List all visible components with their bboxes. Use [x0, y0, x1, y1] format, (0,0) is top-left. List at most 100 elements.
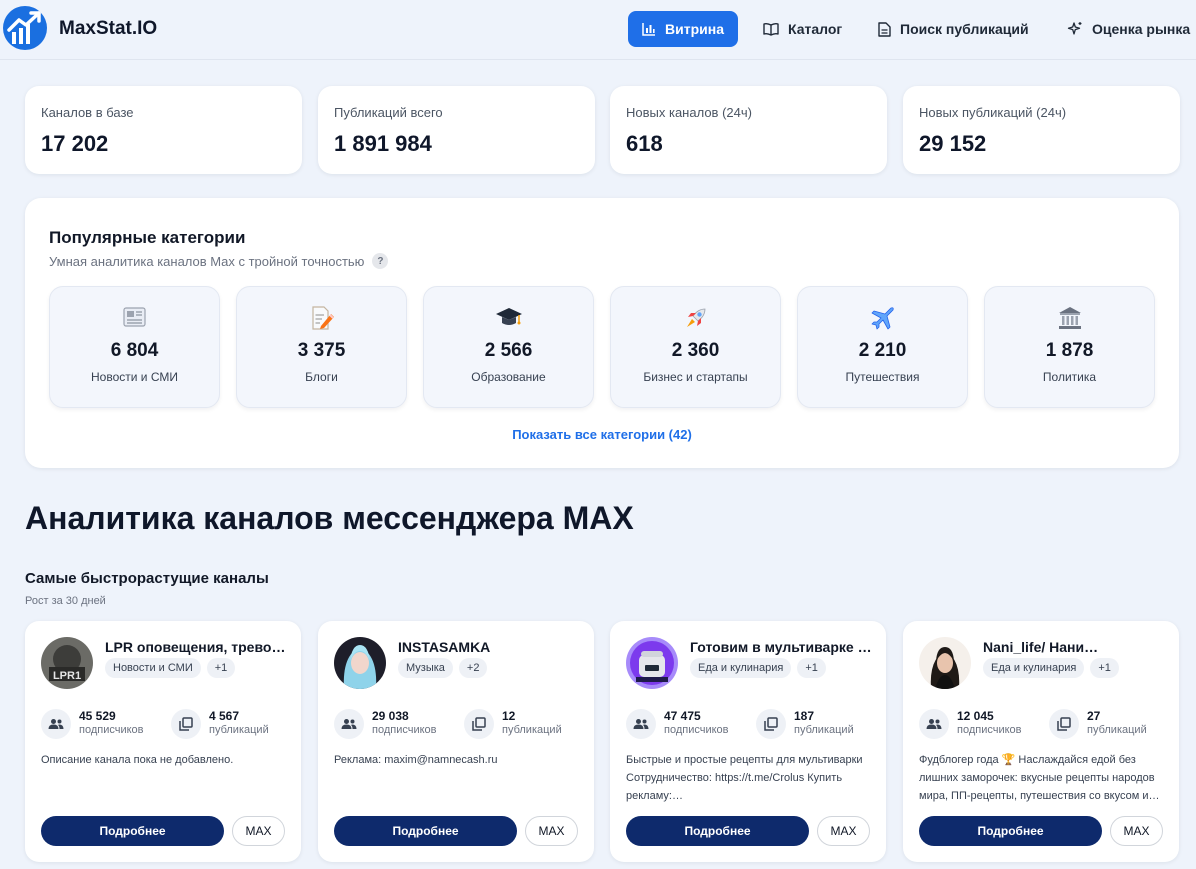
stat-card-new-channels: Новых каналов (24ч) 618 [610, 86, 887, 174]
subscribers-metric: 29 038 подписчиков [334, 709, 437, 739]
posts-count: 27 [1087, 709, 1101, 723]
channel-description: Описание канала пока не добавлено. [41, 754, 234, 766]
posts-icon [464, 709, 494, 739]
category-chip[interactable]: Еда и кулинария [690, 658, 792, 678]
category-chip[interactable]: Еда и кулинария [983, 658, 1085, 678]
help-icon[interactable]: ? [372, 253, 389, 269]
sparkle-icon [1067, 22, 1082, 35]
stat-label: Публикаций всего [334, 105, 443, 120]
stat-label: Каналов в базе [41, 105, 134, 120]
users-icon [626, 709, 656, 739]
subscribers-metric: 12 045 подписчиков [919, 709, 1022, 739]
top-header: MaxStat.IO Витрина Каталог Поиск публика… [0, 0, 1196, 60]
details-button[interactable]: Подробнее [334, 816, 517, 846]
users-icon [41, 709, 71, 739]
posts-icon [1049, 709, 1079, 739]
details-button[interactable]: Подробнее [919, 816, 1102, 846]
category-card-travel[interactable]: 2 210 Путешествия [797, 286, 968, 408]
bar-chart-icon [642, 23, 655, 36]
stat-label: Новых публикаций (24ч) [919, 105, 1067, 120]
posts-icon [756, 709, 786, 739]
channel-title[interactable]: LPR оповещения, тревог… [105, 639, 289, 655]
memo-pencil-icon [237, 305, 406, 333]
subscribers-count: 47 475 [664, 709, 701, 723]
brand-logo-icon[interactable] [3, 6, 47, 50]
posts-metric: 4 567 публикаций [171, 709, 269, 739]
category-card-news[interactable]: 6 804 Новости и СМИ [49, 286, 220, 408]
channel-card: Nani_life/ Нани… Еда и кулинария +1 12 0… [903, 621, 1179, 862]
subscribers-metric: 45 529 подписчиков [41, 709, 144, 739]
channel-avatar[interactable] [919, 637, 971, 689]
posts-metric: 187 публикаций [756, 709, 854, 739]
nav-catalog[interactable]: Каталог [749, 11, 856, 47]
category-card-blogs[interactable]: 3 375 Блоги [236, 286, 407, 408]
channel-avatar[interactable] [334, 637, 386, 689]
subscribers-label: подписчиков [664, 724, 729, 736]
subscribers-label: подписчиков [372, 724, 437, 736]
category-chip[interactable]: Музыка [398, 658, 453, 678]
category-count: 6 804 [110, 340, 159, 361]
stat-value: 17 202 [41, 131, 109, 156]
channel-description: Фудблогер года 🏆 Наслаждайся едой без ли… [919, 754, 1160, 802]
channel-description: Реклама: maxim@namnecash.ru [334, 754, 498, 766]
popular-categories-panel: Популярные категории Умная аналитика кан… [25, 198, 1179, 468]
posts-metric: 12 публикаций [464, 709, 562, 739]
stat-card-channels: Каналов в базе 17 202 [25, 86, 302, 174]
category-card-business[interactable]: 2 360 Бизнес и стартапы [610, 286, 781, 408]
category-name: Новости и СМИ [91, 370, 178, 384]
category-name: Образование [471, 370, 546, 384]
subscribers-count: 12 045 [957, 709, 994, 723]
stat-value: 1 891 984 [334, 131, 432, 156]
panel-title: Популярные категории [49, 228, 246, 247]
book-icon [763, 22, 779, 36]
channel-title[interactable]: Готовим в мультиварке |… [690, 639, 874, 655]
nav-showcase-label: Витрина [665, 21, 724, 37]
posts-label: публикаций [209, 724, 269, 736]
users-icon [919, 709, 949, 739]
category-count: 1 878 [1045, 340, 1094, 361]
brand-name[interactable]: MaxStat.IO [59, 18, 157, 40]
nav-publication-search-label: Поиск публикаций [900, 21, 1029, 37]
svg-text:LPR1: LPR1 [53, 670, 81, 682]
open-in-max-button[interactable]: MAX [525, 816, 578, 846]
category-count: 2 210 [858, 340, 907, 361]
category-card-politics[interactable]: 1 878 Политика [984, 286, 1155, 408]
category-chip[interactable]: Новости и СМИ [105, 658, 201, 678]
category-name: Путешествия [845, 370, 920, 384]
more-categories-chip[interactable]: +2 [458, 658, 488, 678]
subscribers-metric: 47 475 подписчиков [626, 709, 729, 739]
channel-avatar[interactable]: LPR1 [41, 637, 93, 689]
growth-period: Рост за 30 дней [25, 595, 106, 607]
more-categories-chip[interactable]: +1 [797, 658, 826, 678]
channel-title[interactable]: Nani_life/ Нани… [983, 639, 1167, 655]
category-count: 2 360 [671, 340, 720, 361]
nav-publication-search[interactable]: Поиск публикаций [864, 11, 1043, 47]
channel-tags: Музыка +2 [398, 658, 488, 678]
stat-value: 29 152 [919, 131, 987, 156]
panel-subtitle-text: Умная аналитика каналов Max с тройной то… [49, 253, 365, 269]
classical-building-icon [985, 305, 1154, 333]
airplane-icon [798, 305, 967, 333]
details-button[interactable]: Подробнее [41, 816, 224, 846]
open-in-max-button[interactable]: MAX [232, 816, 285, 846]
channel-avatar[interactable] [626, 637, 678, 689]
open-in-max-button[interactable]: MAX [817, 816, 870, 846]
category-count: 3 375 [297, 340, 346, 361]
subscribers-count: 45 529 [79, 709, 116, 723]
category-name: Блоги [305, 370, 338, 384]
subscribers-label: подписчиков [79, 724, 144, 736]
more-categories-chip[interactable]: +1 [1090, 658, 1119, 678]
posts-label: публикаций [1087, 724, 1147, 736]
category-card-education[interactable]: 2 566 Образование [423, 286, 594, 408]
nav-market-assessment[interactable]: Оценка рынка [1053, 11, 1196, 47]
channel-card: Готовим в мультиварке |… Еда и кулинария… [610, 621, 886, 862]
open-in-max-button[interactable]: MAX [1110, 816, 1163, 846]
nav-showcase[interactable]: Витрина [628, 11, 738, 47]
more-categories-chip[interactable]: +1 [206, 658, 236, 678]
details-button[interactable]: Подробнее [626, 816, 809, 846]
section-title: Аналитика каналов мессенджера MAX [25, 500, 634, 536]
show-all-categories-link[interactable]: Показать все категории (42) [25, 427, 1179, 442]
stat-card-publications: Публикаций всего 1 891 984 [318, 86, 595, 174]
channel-title[interactable]: INSTASAMKA [398, 639, 582, 655]
posts-metric: 27 публикаций [1049, 709, 1147, 739]
